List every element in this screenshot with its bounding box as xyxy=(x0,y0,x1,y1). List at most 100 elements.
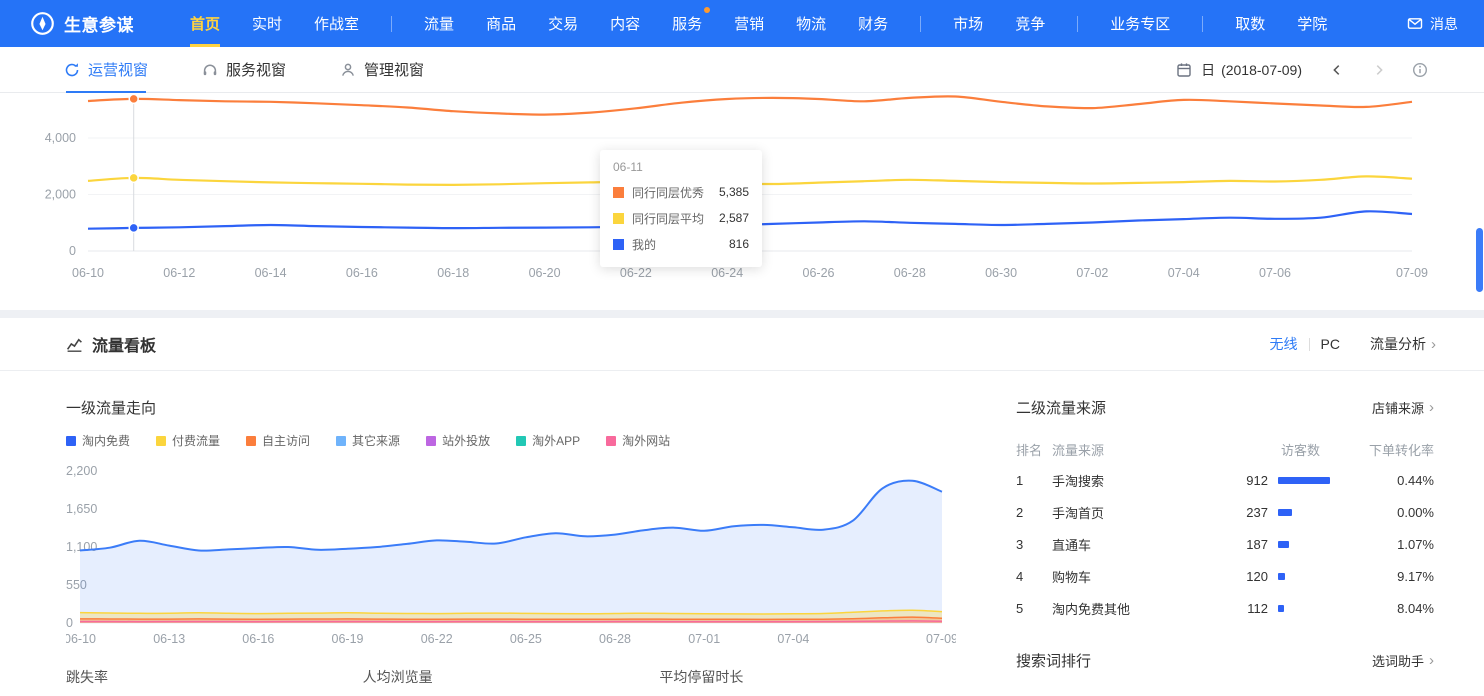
cell-rank: 4 xyxy=(1016,569,1052,584)
top-navbar: 生意参谋 首页实时作战室 流量商品交易内容服务营销物流财务 市场竞争 业务专区 取数学院… xyxy=(0,0,1484,47)
traffic-board-header: 流量看板 无线 PC 流量分析 › xyxy=(0,318,1484,371)
date-granularity[interactable]: 日 xyxy=(1201,60,1215,80)
nav-item-service[interactable]: 服务 xyxy=(672,0,702,47)
svg-text:07-04: 07-04 xyxy=(777,632,809,646)
legend-swatch xyxy=(66,436,76,446)
cell-conversion: 8.04% xyxy=(1334,601,1434,616)
main-nav: 首页实时作战室 流量商品交易内容服务营销物流财务 市场竞争 业务专区 取数学院 xyxy=(190,0,1359,47)
prev-date-button[interactable] xyxy=(1330,63,1344,77)
messages-label: 消息 xyxy=(1430,14,1458,34)
tooltip-series-swatch xyxy=(613,187,624,198)
tab-management-view[interactable]: 管理视窗 xyxy=(340,47,424,92)
chevron-right-icon: › xyxy=(1431,336,1436,353)
legend-item[interactable]: 淘外APP xyxy=(516,432,580,449)
cell-bar xyxy=(1268,605,1334,612)
secondary-traffic-title: 二级流量来源 xyxy=(1016,397,1106,418)
nav-item-product[interactable]: 商品 xyxy=(486,0,516,47)
nav-item-competition[interactable]: 竞争 xyxy=(1015,0,1045,47)
svg-text:07-02: 07-02 xyxy=(1076,266,1108,280)
svg-text:06-30: 06-30 xyxy=(985,266,1017,280)
legend-item[interactable]: 自主访问 xyxy=(246,432,310,449)
shop-source-link[interactable]: 店铺来源 › xyxy=(1372,398,1434,417)
app-logo[interactable]: 生意参谋 xyxy=(30,11,134,36)
legend-swatch xyxy=(246,436,256,446)
legend-label: 淘外网站 xyxy=(622,432,670,449)
tooltip-row: 同行同层平均2,587 xyxy=(613,205,749,231)
legend-swatch xyxy=(156,436,166,446)
nav-item-finance[interactable]: 财务 xyxy=(858,0,888,47)
cell-rank: 2 xyxy=(1016,505,1052,520)
messages-button[interactable]: 消息 xyxy=(1407,14,1458,34)
secondary-traffic-panel: 二级流量来源 店铺来源 › 排名 流量来源 访客数 下单转化率 1手淘搜索912… xyxy=(1016,397,1484,696)
traffic-board-body: 一级流量走向 淘内免费付费流量自主访问其它来源站外投放淘外APP淘外网站 055… xyxy=(0,371,1484,696)
visitors-bar xyxy=(1278,509,1292,516)
chevron-left-icon xyxy=(1330,63,1344,77)
legend-item[interactable]: 其它来源 xyxy=(336,432,400,449)
svg-text:06-26: 06-26 xyxy=(803,266,835,280)
info-button[interactable] xyxy=(1412,62,1428,78)
word-helper-link[interactable]: 选词助手 › xyxy=(1372,651,1434,670)
tooltip-series-swatch xyxy=(613,239,624,250)
nav-item-market[interactable]: 市场 xyxy=(953,0,983,47)
cell-rank: 1 xyxy=(1016,473,1052,488)
table-row[interactable]: 5淘内免费其他1128.04% xyxy=(1016,592,1434,624)
traffic-board-title: 流量看板 xyxy=(92,332,156,356)
app-logo-icon xyxy=(30,11,55,36)
nav-item-content[interactable]: 内容 xyxy=(610,0,640,47)
nav-item-marketing[interactable]: 营销 xyxy=(734,0,764,47)
svg-text:06-25: 06-25 xyxy=(510,632,542,646)
col-rank: 排名 xyxy=(1016,440,1052,459)
legend-label: 淘外APP xyxy=(532,432,580,449)
visitors-bar xyxy=(1278,477,1330,484)
tooltip-row: 同行同层优秀5,385 xyxy=(613,179,749,205)
table-row[interactable]: 3直通车1871.07% xyxy=(1016,528,1434,560)
legend-item[interactable]: 淘外网站 xyxy=(606,432,670,449)
date-value[interactable]: (2018-07-09) xyxy=(1221,62,1302,78)
nav-item-academy[interactable]: 学院 xyxy=(1297,0,1327,47)
legend-item[interactable]: 付费流量 xyxy=(156,432,220,449)
legend-item[interactable]: 淘内免费 xyxy=(66,432,130,449)
nav-item-data-extract[interactable]: 取数 xyxy=(1235,0,1265,47)
next-date-button[interactable] xyxy=(1372,63,1386,77)
tab-operations-view[interactable]: 运营视窗 xyxy=(64,47,148,92)
toggle-pc[interactable]: PC xyxy=(1321,336,1340,352)
legend-label: 自主访问 xyxy=(262,432,310,449)
svg-text:06-16: 06-16 xyxy=(242,632,274,646)
calendar-icon[interactable] xyxy=(1176,62,1192,78)
legend-label: 站外投放 xyxy=(442,432,490,449)
legend-item[interactable]: 站外投放 xyxy=(426,432,490,449)
nav-item-traffic[interactable]: 流量 xyxy=(424,0,454,47)
person-icon xyxy=(340,62,356,78)
headset-icon xyxy=(202,62,218,78)
nav-item-business-zone[interactable]: 业务专区 xyxy=(1110,0,1170,47)
nav-item-logistics[interactable]: 物流 xyxy=(796,0,826,47)
view-tabbar: 运营视窗 服务视窗 管理视窗 日 (2018-07-09) xyxy=(0,47,1484,93)
nav-item-home[interactable]: 首页 xyxy=(190,0,220,47)
cell-visitors: 237 xyxy=(1204,505,1268,520)
cell-source: 手淘搜索 xyxy=(1052,471,1204,490)
cell-conversion: 0.00% xyxy=(1334,505,1434,520)
cell-conversion: 9.17% xyxy=(1334,569,1434,584)
table-row[interactable]: 2手淘首页2370.00% xyxy=(1016,496,1434,528)
legend-swatch xyxy=(606,436,616,446)
primary-traffic-chart[interactable]: 05501,1001,6502,20006-1006-1306-1606-190… xyxy=(66,457,956,649)
primary-traffic-panel: 一级流量走向 淘内免费付费流量自主访问其它来源站外投放淘外APP淘外网站 055… xyxy=(66,397,956,696)
tooltip-series-name: 我的 xyxy=(632,236,729,253)
svg-text:2,200: 2,200 xyxy=(66,464,97,478)
toggle-wireless[interactable]: 无线 xyxy=(1270,334,1298,354)
traffic-analysis-link[interactable]: 流量分析 › xyxy=(1370,334,1436,354)
table-row[interactable]: 4购物车1209.17% xyxy=(1016,560,1434,592)
svg-text:06-14: 06-14 xyxy=(255,266,287,280)
table-row[interactable]: 1手淘搜索9120.44% xyxy=(1016,464,1434,496)
tab-service-view[interactable]: 服务视窗 xyxy=(202,47,286,92)
nav-item-trade[interactable]: 交易 xyxy=(548,0,578,47)
nav-item-realtime[interactable]: 实时 xyxy=(252,0,282,47)
svg-text:07-09: 07-09 xyxy=(1396,266,1428,280)
tooltip-series-value: 2,587 xyxy=(719,211,749,225)
legend-swatch xyxy=(426,436,436,446)
scrollbar-thumb[interactable] xyxy=(1476,228,1483,292)
cell-visitors: 912 xyxy=(1204,473,1268,488)
svg-text:4,000: 4,000 xyxy=(45,131,76,145)
tooltip-date: 06-11 xyxy=(613,160,749,174)
nav-item-war-room[interactable]: 作战室 xyxy=(314,0,359,47)
